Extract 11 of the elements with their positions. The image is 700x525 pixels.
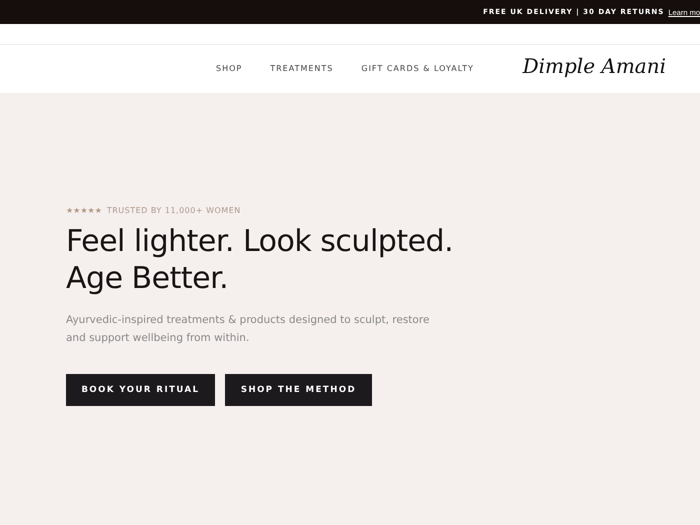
headline: Feel lighter. Look sculpted. — [66, 223, 454, 260]
star-rating: ★★★★★ — [66, 206, 102, 215]
cta-button[interactable]: BOOK YOUR RITUAL — [66, 374, 215, 406]
nav-link[interactable]: TREATMENTS — [270, 64, 334, 73]
nav-link[interactable]: SHOP — [216, 64, 242, 73]
logo[interactable]: Dimple Amani — [522, 54, 666, 78]
nav-link[interactable]: GIFT CARDS & LOYALTY — [361, 64, 474, 73]
hero-description: Ayurvedic-inspired treatments & products designed to sculpt, restore and support wellbeing from within. — [66, 313, 430, 346]
headline: Age Better. — [66, 260, 228, 297]
cta-button[interactable]: SHOP THE METHOD — [225, 374, 372, 406]
trust-label: TRUSTED BY 11,000+ WOMEN — [106, 206, 241, 215]
